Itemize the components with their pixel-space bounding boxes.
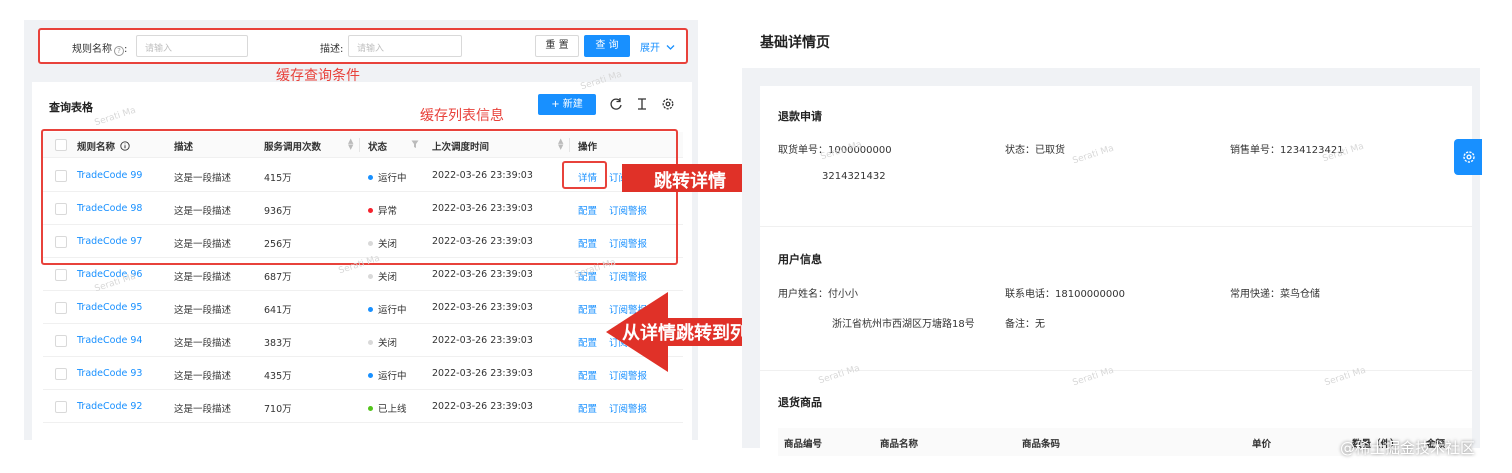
user-remark: 备注：无 [1005, 319, 1045, 330]
goods-col-price: 单价 [1252, 439, 1272, 450]
setting-icon [1463, 151, 1475, 163]
expand-toggle[interactable]: 展开 [640, 39, 675, 54]
status-dot [368, 340, 373, 345]
watermark: Serati Ma [579, 69, 624, 93]
setting-icon[interactable] [661, 97, 675, 111]
watermark: Serati Ma [817, 363, 862, 387]
row-desc: 这是一段描述 [174, 371, 232, 382]
refund-status: 状态：已取货 [1005, 145, 1065, 156]
status-badge: 运行中 [368, 368, 407, 382]
reload-icon[interactable] [609, 97, 623, 111]
user-address: 浙江省杭州市西湖区万塘路18号 [832, 319, 975, 330]
status-badge: 已上线 [368, 401, 407, 415]
table-row: TradeCode 93 这是一段描述 435万 运行中 2022-03-26 … [43, 357, 683, 390]
row-calls: 383万 [264, 338, 292, 349]
section-title-goods: 退货商品 [778, 396, 822, 409]
sub-order-no: 3214321432 [822, 171, 886, 182]
rule-name-link[interactable]: TradeCode 95 [77, 302, 142, 313]
rule-name-link[interactable]: TradeCode 93 [77, 368, 142, 379]
row-last-run: 2022-03-26 23:39:03 [432, 401, 533, 412]
row-last-run: 2022-03-26 23:39:03 [432, 302, 533, 313]
table-row: TradeCode 95 这是一段描述 641万 运行中 2022-03-26 … [43, 291, 683, 324]
user-express: 常用快递：菜鸟仓储 [1230, 289, 1320, 300]
goods-col-name: 商品名称 [880, 439, 919, 450]
rule-name-link[interactable]: TradeCode 94 [77, 335, 142, 346]
section-divider [760, 226, 1472, 227]
desc-input[interactable]: 请输入 [348, 35, 462, 57]
chevron-down-icon [666, 45, 675, 50]
desc-label: 描述: [320, 44, 344, 55]
row-last-run: 2022-03-26 23:39:03 [432, 269, 533, 280]
row-last-run: 2022-03-26 23:39:03 [432, 335, 533, 346]
annotation-jump-detail: 跳转详情 [654, 171, 726, 192]
new-button[interactable]: + 新建 [538, 94, 596, 115]
goods-col-barcode: 商品条码 [1022, 439, 1061, 450]
row-checkbox[interactable] [55, 269, 67, 281]
config-link[interactable]: 配置 [578, 302, 597, 316]
user-phone: 联系电话：18100000000 [1005, 289, 1125, 300]
row-checkbox[interactable] [55, 401, 67, 413]
detail-link-highlight [562, 161, 607, 189]
detail-card: 退款申请 取货单号：1000000000 状态：已取货 销售单号：1234123… [760, 86, 1472, 456]
footer-watermark: @稀土掘金技术社区 [1340, 439, 1476, 457]
row-last-run: 2022-03-26 23:39:03 [432, 368, 533, 379]
row-checkbox[interactable] [55, 302, 67, 314]
row-calls: 687万 [264, 272, 292, 283]
table-title: 查询表格 [49, 101, 93, 114]
page-title: 基础详情页 [760, 35, 830, 51]
status-badge: 关闭 [368, 269, 397, 283]
status-dot [368, 307, 373, 312]
subscribe-link[interactable]: 订阅警报 [609, 401, 647, 415]
row-desc: 这是一段描述 [174, 404, 232, 415]
config-link[interactable]: 配置 [578, 335, 597, 349]
table-row: TradeCode 94 这是一段描述 383万 关闭 2022-03-26 2… [43, 324, 683, 357]
query-table-card: 查询表格 缓存列表信息 + 新建 规则名称 描述 服务调用次数 ▲ ▼ 状态 上次… [32, 70, 692, 440]
row-desc: 这是一段描述 [174, 272, 232, 283]
status-dot [368, 274, 373, 279]
query-filter-form: 规则名称?: 请输入 描述: 请输入 重 置 查 询 展开 [38, 28, 688, 64]
row-desc: 这是一段描述 [174, 338, 232, 349]
status-badge: 关闭 [368, 335, 397, 349]
rule-name-input[interactable]: 请输入 [136, 35, 248, 57]
subscribe-link[interactable]: 订阅警报 [609, 269, 647, 283]
watermark: Serati Ma [1071, 143, 1116, 167]
query-button[interactable]: 查 询 [584, 35, 630, 57]
annotation-cache-list: 缓存列表信息 [420, 108, 504, 124]
watermark: Serati Ma [93, 105, 138, 129]
status-dot [368, 406, 373, 411]
row-checkbox[interactable] [55, 335, 67, 347]
table-row: TradeCode 92 这是一段描述 710万 已上线 2022-03-26 … [43, 390, 683, 423]
row-calls: 641万 [264, 305, 292, 316]
reset-button[interactable]: 重 置 [535, 35, 579, 57]
help-icon: ? [114, 46, 124, 56]
cached-list-highlight [41, 129, 678, 265]
rule-name-label: 规则名称?: [72, 44, 128, 56]
goods-col-code: 商品编号 [784, 439, 823, 450]
row-calls: 435万 [264, 371, 292, 382]
config-link[interactable]: 配置 [578, 401, 597, 415]
settings-drawer-button[interactable] [1454, 139, 1482, 175]
section-title-refund: 退款申请 [778, 110, 822, 123]
list-page: 规则名称?: 请输入 描述: 请输入 重 置 查 询 展开 缓存查询条件 查询表… [24, 20, 698, 440]
row-desc: 这是一段描述 [174, 305, 232, 316]
section-title-user: 用户信息 [778, 253, 822, 266]
config-link[interactable]: 配置 [578, 368, 597, 382]
column-height-icon[interactable] [635, 97, 649, 111]
status-badge: 运行中 [368, 302, 407, 316]
row-checkbox[interactable] [55, 368, 67, 380]
rule-name-link[interactable]: TradeCode 92 [77, 401, 142, 412]
status-dot [368, 373, 373, 378]
row-calls: 710万 [264, 404, 292, 415]
user-name: 用户姓名：付小小 [778, 289, 858, 300]
